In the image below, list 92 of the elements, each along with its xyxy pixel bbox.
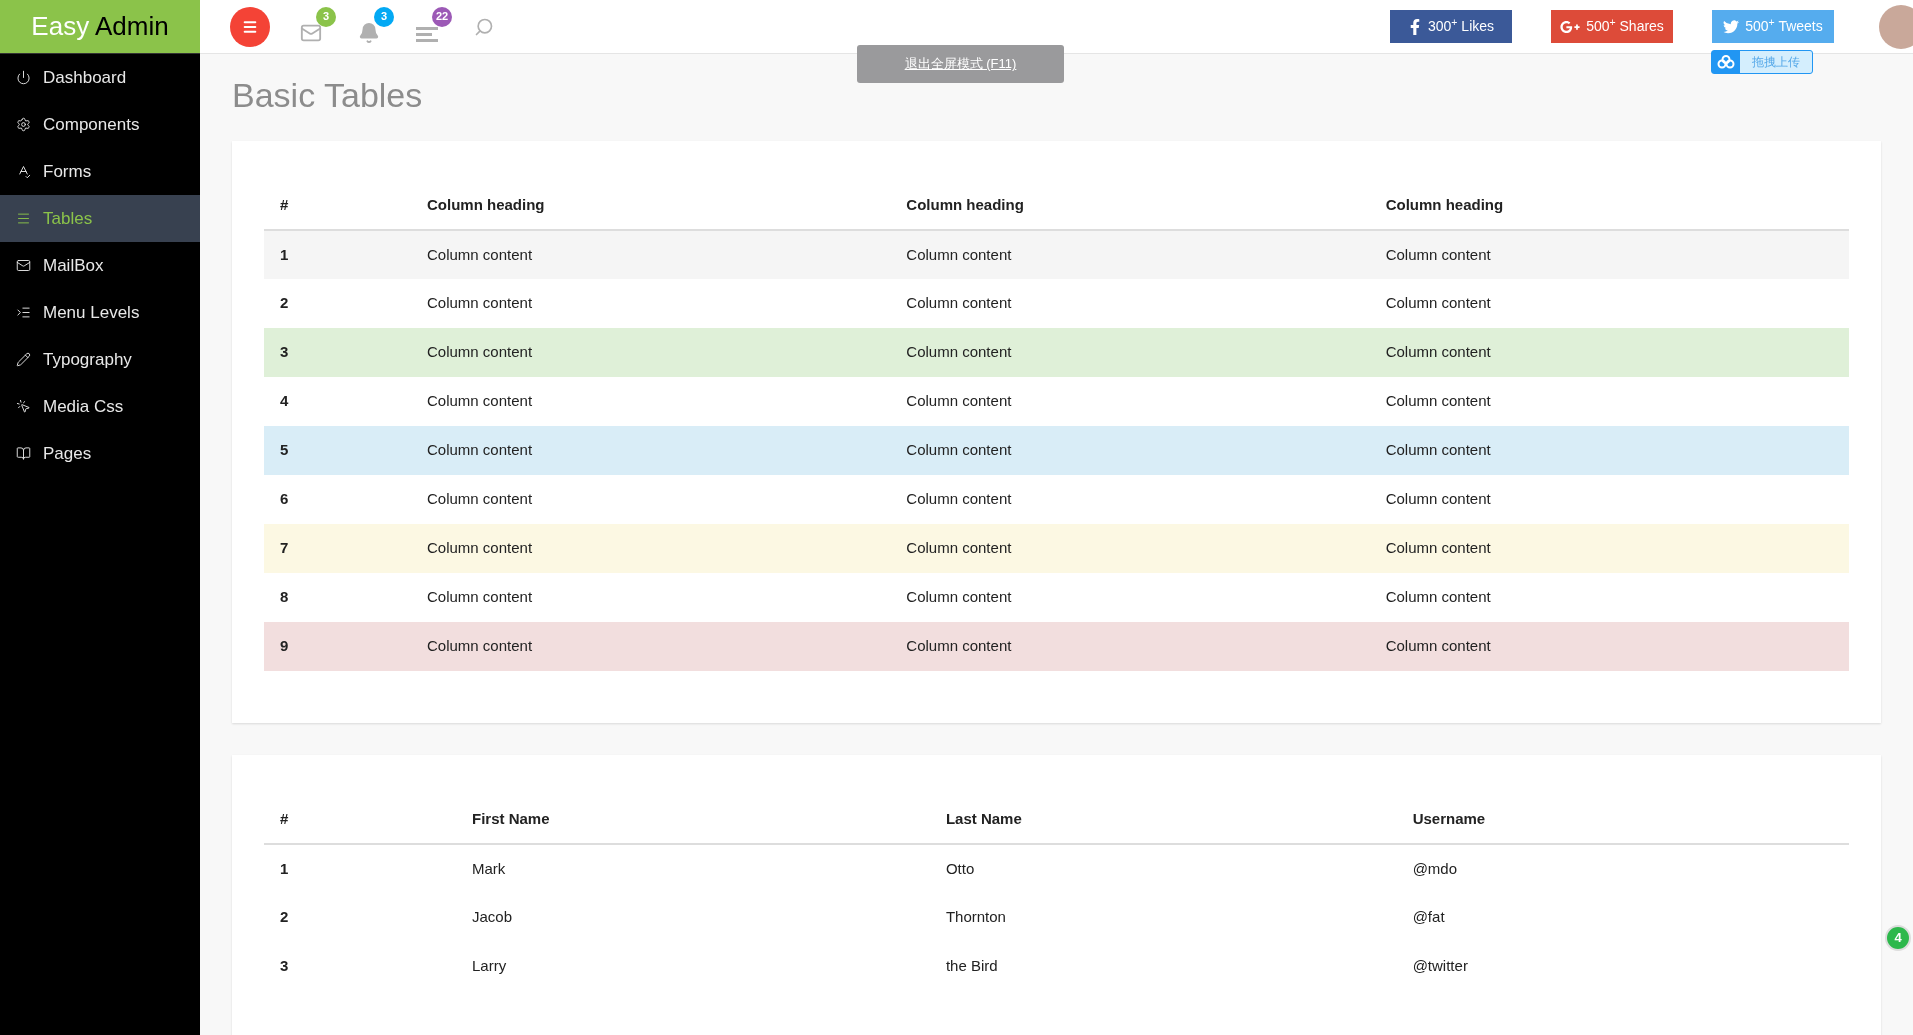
table-cell: Column content bbox=[427, 539, 533, 557]
table-cell: 3 bbox=[280, 343, 289, 361]
table-cell: Column content bbox=[906, 539, 1012, 557]
table-cell: Column content bbox=[427, 343, 533, 361]
table-cell: Column content bbox=[906, 490, 1012, 508]
column-header: Column heading bbox=[906, 195, 1024, 213]
table-cell: 5 bbox=[280, 441, 289, 459]
list-icon bbox=[416, 25, 438, 44]
avatar[interactable] bbox=[1879, 4, 1913, 49]
menu-icon bbox=[242, 18, 258, 35]
count-badge: 3 bbox=[374, 6, 394, 27]
table-cell: 2 bbox=[280, 908, 289, 926]
table-cell: Column content bbox=[1385, 294, 1491, 312]
table-cell: Column content bbox=[906, 392, 1012, 410]
table-cell: @mdo bbox=[1412, 859, 1458, 877]
indent-list-icon bbox=[16, 305, 31, 320]
table-cell: @twitter bbox=[1412, 957, 1468, 975]
column-header: # bbox=[280, 195, 289, 213]
column-header: First Name bbox=[472, 809, 550, 827]
sidebar-item[interactable]: Dashboard bbox=[0, 54, 200, 101]
table-cell: Thornton bbox=[945, 908, 1006, 926]
table-cell: Column content bbox=[427, 490, 533, 508]
envelope-icon bbox=[16, 258, 31, 273]
table-cell: Jacob bbox=[472, 908, 513, 926]
table-cell: Column content bbox=[906, 637, 1012, 655]
sidebar-item[interactable]: Pages bbox=[0, 430, 200, 477]
table-cell: Column content bbox=[1385, 343, 1491, 361]
table-cell: 8 bbox=[280, 588, 289, 606]
sidebar-item[interactable]: Typography bbox=[0, 336, 200, 383]
table-cell: Column content bbox=[906, 343, 1012, 361]
count-badge: 22 bbox=[432, 6, 452, 27]
table-cell: Column content bbox=[427, 245, 533, 263]
lines-icon bbox=[16, 211, 31, 226]
table-cell: 4 bbox=[280, 392, 289, 410]
table-cell: 9 bbox=[280, 637, 289, 655]
column-header: Column heading bbox=[427, 195, 545, 213]
cursor-icon bbox=[16, 399, 31, 414]
table-cell: Column content bbox=[427, 588, 533, 606]
social-share-button[interactable]: 500$^{+}$ Shares bbox=[1551, 10, 1673, 43]
social-share-button[interactable]: 300$^{+}$ Likes bbox=[1390, 10, 1512, 43]
table-cell: Column content bbox=[906, 588, 1012, 606]
table-cell: @fat bbox=[1412, 908, 1445, 926]
abc-check-icon bbox=[16, 164, 31, 179]
table-cell: Otto bbox=[945, 859, 975, 877]
table-cell: Column content bbox=[906, 294, 1012, 312]
sidebar-item[interactable]: Tables bbox=[0, 195, 200, 242]
bell-icon bbox=[358, 21, 380, 44]
table-cell: Column content bbox=[427, 637, 533, 655]
sidebar-item[interactable]: Menu Levels bbox=[0, 289, 200, 336]
column-header: Column heading bbox=[1385, 195, 1504, 213]
table-cell: Column content bbox=[1385, 392, 1491, 410]
pencil-icon bbox=[16, 352, 31, 367]
table-cell: 1 bbox=[280, 859, 289, 877]
sidebar-item[interactable]: Forms bbox=[0, 148, 200, 195]
cloud-rings-icon bbox=[1717, 55, 1735, 69]
count-badge: 3 bbox=[316, 6, 336, 27]
table-cell: Column content bbox=[427, 294, 533, 312]
notification-button[interactable]: 22 bbox=[416, 9, 450, 44]
table-cell: Column content bbox=[1385, 637, 1491, 655]
column-header: # bbox=[280, 809, 289, 827]
table-cell: 1 bbox=[280, 245, 289, 263]
column-header: Last Name bbox=[945, 809, 1022, 827]
table-cell: Column content bbox=[1385, 588, 1491, 606]
book-icon bbox=[16, 446, 31, 461]
table-cell: the Bird bbox=[945, 957, 998, 975]
table-cell: Column content bbox=[906, 245, 1012, 263]
sidebar-item[interactable]: Media Css bbox=[0, 383, 200, 430]
bird-icon bbox=[1723, 19, 1740, 34]
table-cell: Column content bbox=[427, 441, 533, 459]
table-cell: 2 bbox=[280, 294, 289, 312]
table-cell: Column content bbox=[427, 392, 533, 410]
table-cell: Column content bbox=[906, 441, 1012, 459]
column-header: Username bbox=[1412, 809, 1486, 827]
sidebar-item[interactable]: MailBox bbox=[0, 242, 200, 289]
menu-toggle-button[interactable] bbox=[230, 6, 270, 47]
g-plus-icon bbox=[1560, 18, 1581, 35]
table-cell: Column content bbox=[1385, 490, 1491, 508]
table-cell: Larry bbox=[472, 957, 507, 975]
power-icon bbox=[16, 70, 31, 85]
upload-label: 拖拽上传 bbox=[1751, 54, 1801, 71]
table-cell: Column content bbox=[1385, 245, 1491, 263]
search-icon[interactable] bbox=[474, 16, 494, 37]
brand-name[interactable]: Easy Admin bbox=[31, 7, 169, 46]
table-cell: Column content bbox=[1385, 539, 1491, 557]
table-cell: 6 bbox=[280, 490, 289, 508]
sidebar-item[interactable]: Components bbox=[0, 101, 200, 148]
table-cell: Mark bbox=[472, 859, 506, 877]
page-title: Basic Tables bbox=[232, 76, 423, 112]
table-cell: Column content bbox=[1385, 441, 1491, 459]
settings-icon bbox=[16, 117, 31, 132]
table-cell: 7 bbox=[280, 539, 289, 557]
table-cell: 3 bbox=[280, 957, 289, 975]
